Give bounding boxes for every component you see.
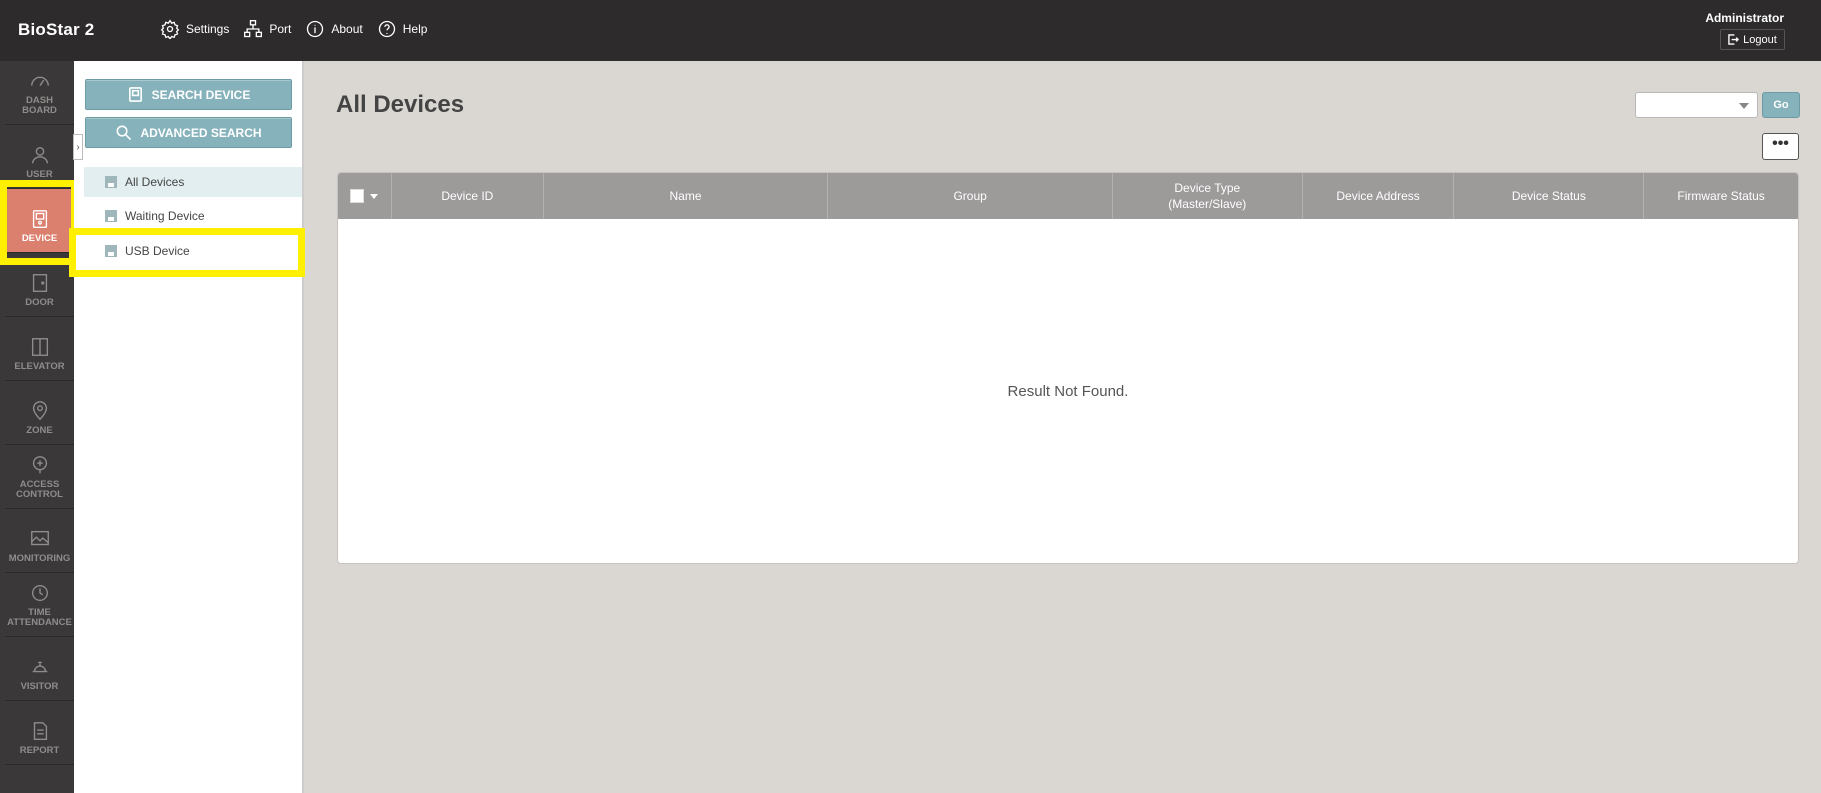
help-link[interactable]: Help — [377, 19, 428, 39]
gear-icon — [160, 19, 180, 39]
tree-all-devices-label: All Devices — [125, 175, 185, 189]
help-label: Help — [402, 22, 428, 36]
main-nav-rail: DASH BOARD USER DEVICE DOOR ELEVATOR ZON… — [0, 61, 74, 793]
nav-visitor-label: VISITOR — [20, 681, 59, 692]
select-all-column[interactable] — [338, 173, 392, 219]
top-bar: BioStar 2 Settings Port About Help Admin… — [0, 0, 1821, 61]
nav-access-control-label: ACCESS CONTROL — [16, 479, 63, 500]
tree-usb-device[interactable]: USB Device — [84, 236, 302, 266]
nav-device-label: DEVICE — [21, 233, 58, 244]
nav-elevator[interactable]: ELEVATOR — [5, 317, 74, 381]
advanced-search-label: ADVANCED SEARCH — [140, 125, 262, 140]
nav-access-control[interactable]: ACCESS CONTROL — [5, 445, 74, 509]
device-group-icon — [105, 210, 117, 222]
tree-waiting-device-label: Waiting Device — [125, 209, 205, 223]
info-icon — [307, 20, 324, 38]
monitor-icon — [30, 530, 49, 546]
user-name: Administrator — [1705, 11, 1784, 25]
collapse-sidebar-toggle[interactable]: › — [73, 134, 83, 160]
tree-waiting-device[interactable]: Waiting Device — [84, 201, 302, 231]
search-device-label: SEARCH DEVICE — [151, 87, 251, 102]
nav-door[interactable]: DOOR — [5, 253, 74, 317]
col-group[interactable]: Group — [828, 173, 1113, 219]
device-icon — [32, 210, 47, 228]
chevron-down-icon — [1739, 103, 1749, 109]
nav-time-attendance-label: TIME ATTENDANCE — [7, 607, 72, 628]
col-name[interactable]: Name — [544, 173, 829, 219]
device-sidebar: SEARCH DEVICE ADVANCED SEARCH All Device… — [74, 61, 304, 793]
device-group-icon — [105, 176, 117, 188]
nav-dashboard[interactable]: DASH BOARD — [5, 61, 74, 125]
col-device-address[interactable]: Device Address — [1303, 173, 1455, 219]
page-title: All Devices — [336, 91, 465, 118]
col-device-status[interactable]: Device Status — [1454, 173, 1645, 219]
magnifier-icon — [116, 125, 132, 141]
help-icon — [378, 20, 395, 38]
advanced-search-button[interactable]: ADVANCED SEARCH — [85, 117, 292, 148]
logout-label: Logout — [1743, 33, 1777, 46]
top-nav: Settings Port About Help — [160, 19, 427, 39]
more-options-button[interactable]: ••• — [1762, 133, 1799, 160]
nav-monitoring[interactable]: MONITORING — [5, 509, 74, 573]
nav-report[interactable]: REPORT — [5, 701, 74, 765]
logout-icon — [1728, 34, 1740, 45]
clock-icon — [31, 584, 48, 602]
nav-user[interactable]: USER — [5, 125, 74, 189]
nav-elevator-label: ELEVATOR — [14, 361, 65, 372]
nav-device[interactable]: DEVICE — [5, 189, 74, 253]
gauge-icon — [30, 76, 49, 86]
search-device-button[interactable]: SEARCH DEVICE — [85, 79, 292, 110]
elevator-icon — [31, 338, 48, 356]
tree-usb-device-label: USB Device — [125, 244, 190, 258]
group-select[interactable] — [1635, 92, 1758, 118]
col-firmware-status[interactable]: Firmware Status — [1644, 173, 1798, 219]
nav-zone[interactable]: ZONE — [5, 381, 74, 445]
about-link[interactable]: About — [305, 19, 363, 39]
port-label: Port — [269, 22, 292, 36]
map-pin-icon — [32, 401, 47, 421]
nav-dashboard-label: DASH BOARD — [22, 95, 57, 116]
col-device-id[interactable]: Device ID — [392, 173, 544, 219]
caret-down-icon[interactable] — [370, 193, 379, 199]
chevron-right-icon: › — [76, 141, 80, 153]
bell-icon — [32, 661, 47, 673]
logout-button[interactable]: Logout — [1720, 29, 1785, 50]
table-header: Device ID Name Group Device Type (Master… — [338, 173, 1798, 219]
go-button[interactable]: Go — [1762, 92, 1800, 118]
tree-all-devices[interactable]: All Devices — [84, 167, 302, 197]
nav-report-label: REPORT — [19, 745, 60, 756]
app-title: BioStar 2 — [18, 20, 95, 39]
empty-result-message: Result Not Found. — [1007, 383, 1129, 400]
device-table: Device ID Name Group Device Type (Master… — [337, 172, 1799, 564]
select-all-checkbox[interactable] — [350, 189, 365, 203]
door-icon — [32, 274, 47, 292]
port-link[interactable]: Port — [243, 19, 291, 39]
col-device-type[interactable]: Device Type (Master/Slave) — [1113, 173, 1303, 219]
nav-user-label: USER — [26, 169, 53, 180]
settings-label: Settings — [186, 22, 230, 36]
user-icon — [31, 146, 48, 164]
nav-monitoring-label: MONITORING — [8, 553, 71, 564]
device-group-icon — [105, 245, 117, 257]
settings-link[interactable]: Settings — [160, 19, 229, 39]
network-icon — [244, 20, 263, 38]
device-search-icon — [128, 87, 142, 102]
nav-visitor[interactable]: VISITOR — [5, 637, 74, 701]
report-icon — [33, 722, 47, 740]
nav-door-label: DOOR — [25, 297, 54, 308]
access-icon — [32, 456, 47, 474]
nav-time-attendance[interactable]: TIME ATTENDANCE — [5, 573, 74, 637]
about-label: About — [331, 22, 363, 36]
nav-zone-label: ZONE — [26, 425, 53, 436]
